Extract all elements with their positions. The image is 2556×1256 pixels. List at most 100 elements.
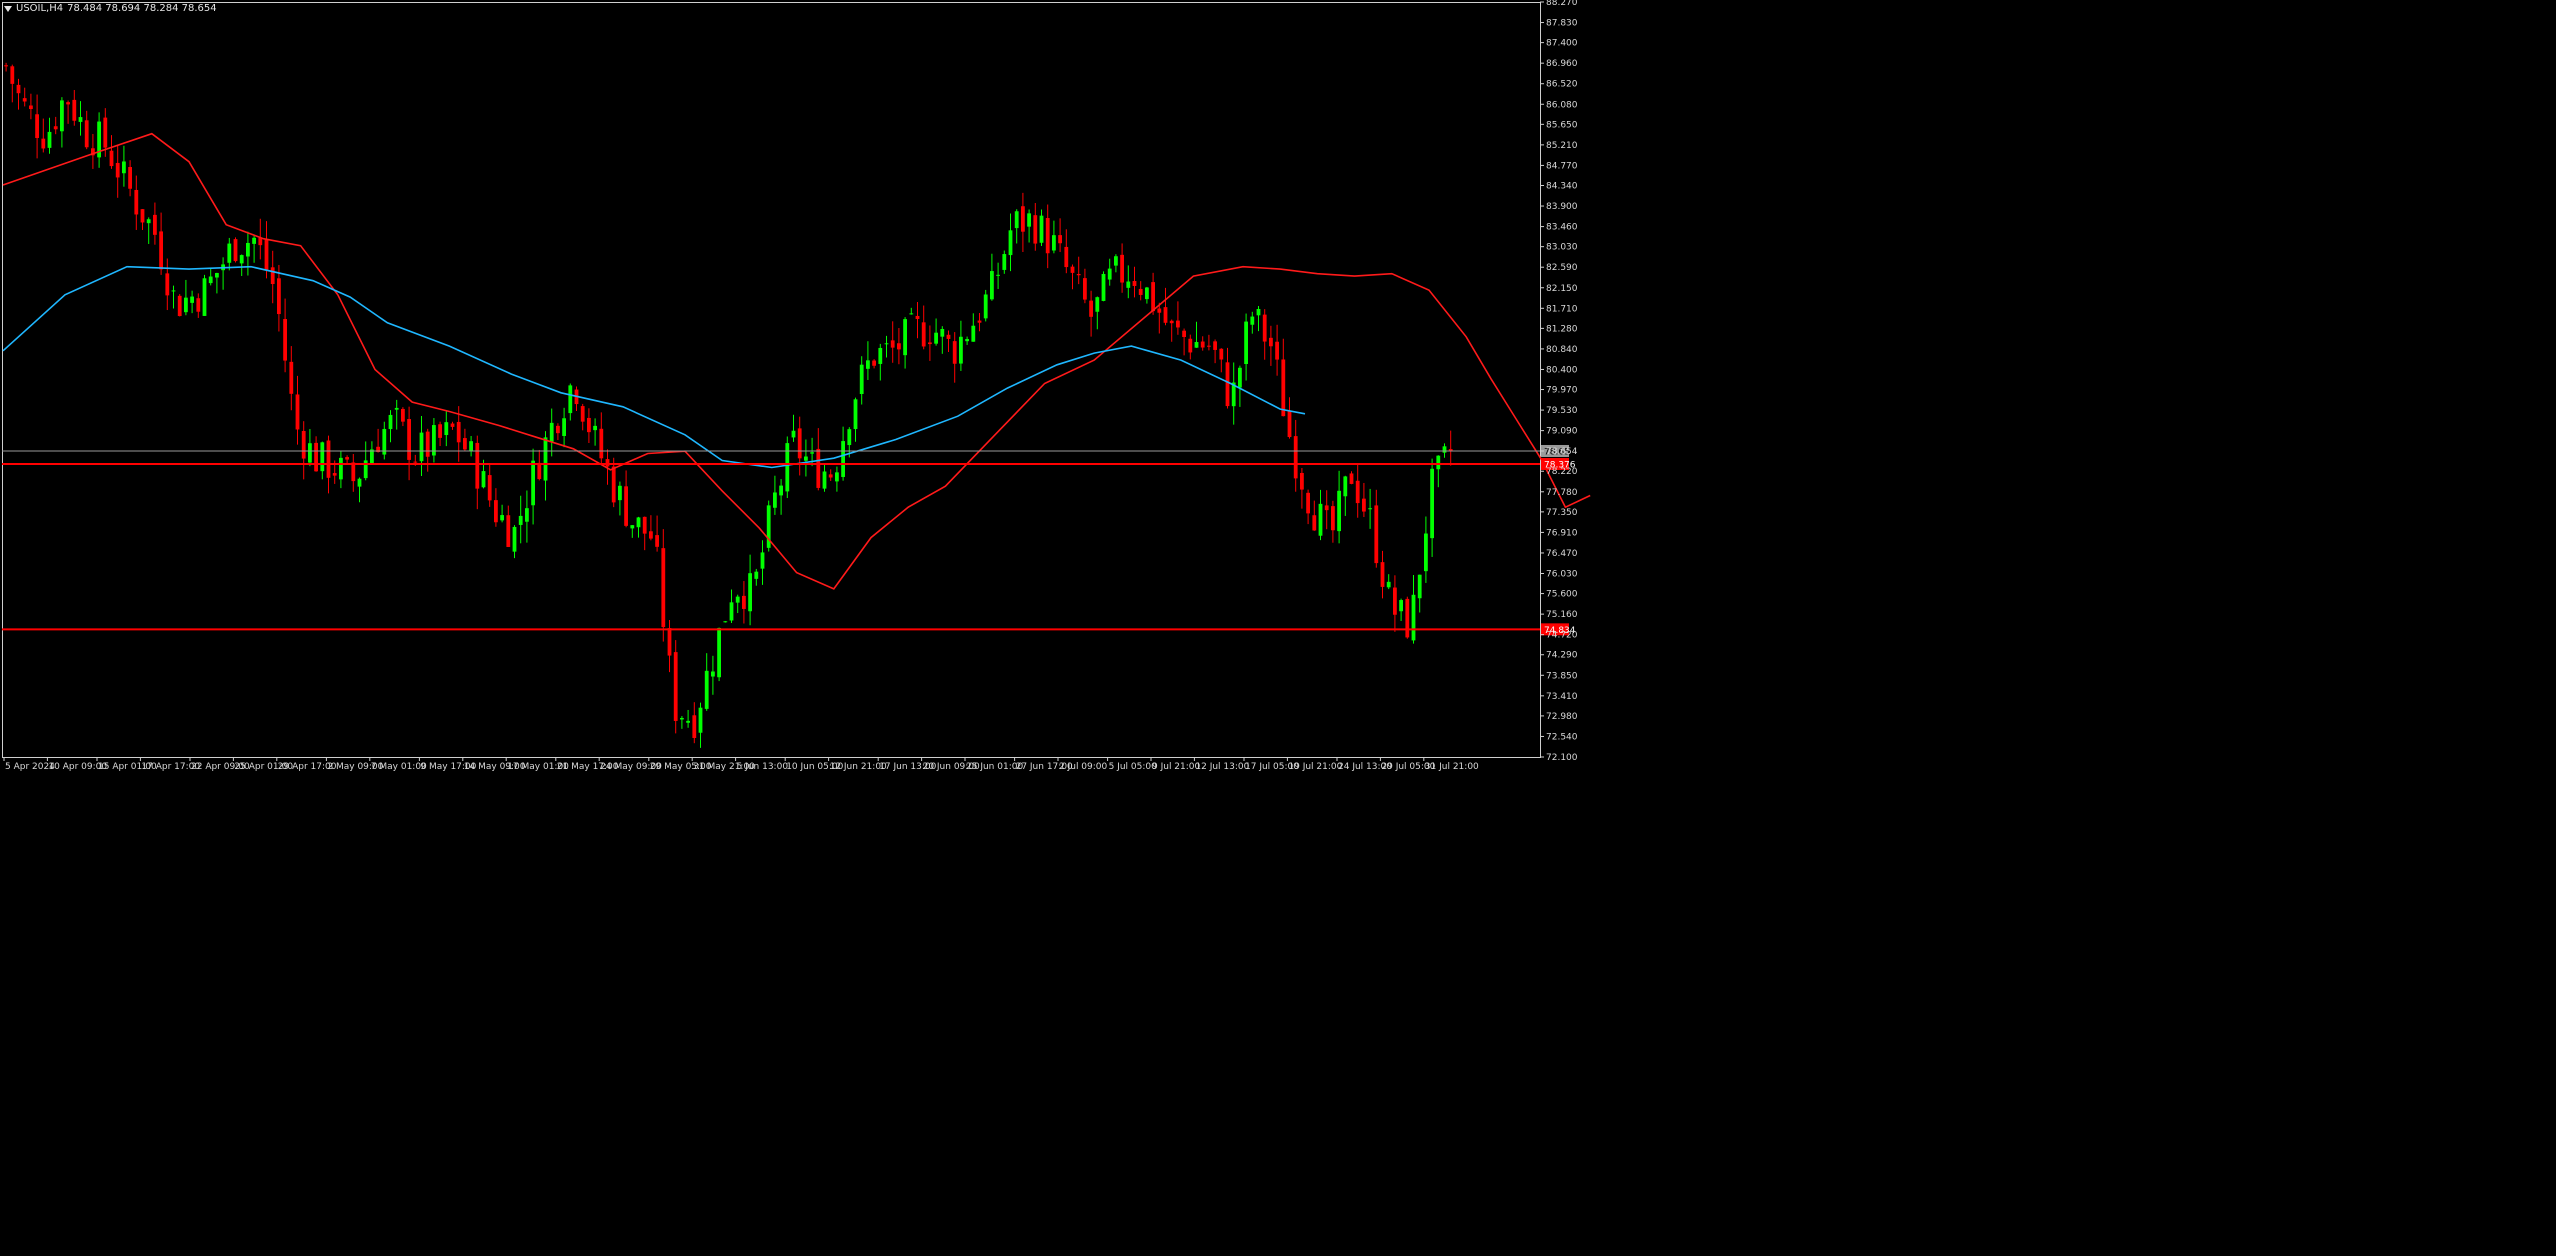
candle-body: [413, 461, 418, 463]
candle-body: [1312, 515, 1317, 531]
y-tick-label: 77.780: [1546, 488, 1578, 498]
candle-body: [847, 429, 852, 446]
candle-body: [773, 492, 777, 508]
candle-body: [698, 707, 703, 733]
y-tick-label: 79.530: [1546, 406, 1578, 416]
collapse-triangle-icon[interactable]: [4, 6, 12, 12]
candle-body: [549, 422, 554, 442]
candle-body: [289, 361, 294, 394]
candle-body: [587, 417, 591, 433]
candle-body: [35, 114, 39, 138]
candle-body: [258, 237, 263, 246]
candle-body: [804, 456, 808, 461]
candle-body: [580, 406, 585, 422]
candle-body: [239, 255, 244, 264]
candle-body: [655, 535, 659, 547]
candle-body: [760, 552, 765, 569]
candle-body: [1393, 587, 1397, 615]
y-tick-label: 81.280: [1546, 324, 1578, 334]
candle-body: [704, 670, 709, 709]
candle-body: [859, 364, 864, 395]
candle-body: [134, 189, 139, 215]
candle-body: [754, 571, 759, 579]
candle-body: [512, 526, 517, 552]
candle-body: [109, 150, 114, 167]
candle-body: [84, 120, 89, 148]
candle-body: [351, 462, 356, 482]
time-axis[interactable]: 5 Apr 202410 Apr 09:0015 Apr 01:0017 Apr…: [3, 757, 1479, 772]
candle-body: [326, 440, 331, 478]
candle-body: [1200, 341, 1205, 348]
candle-body: [1436, 455, 1441, 470]
candle-body: [1064, 246, 1069, 268]
candle-body: [103, 117, 108, 148]
candle-body: [1207, 345, 1211, 347]
candle-body: [1027, 213, 1031, 227]
candle-body: [1349, 473, 1354, 484]
y-tick-label: 72.540: [1546, 732, 1578, 742]
candle-body: [128, 167, 132, 189]
candle-body: [909, 313, 914, 315]
y-tick-label: 77.350: [1546, 508, 1578, 518]
candle-body: [1442, 446, 1447, 453]
candle-body: [1256, 308, 1261, 316]
candle-body: [29, 105, 33, 110]
candle-body: [1430, 468, 1434, 539]
candle-body: [890, 340, 895, 348]
candle-body: [673, 652, 678, 721]
candle-body: [711, 671, 715, 677]
candle-body: [283, 319, 287, 361]
symbol-label: USOIL,H4: [16, 3, 64, 14]
y-tick-label: 76.470: [1546, 549, 1578, 559]
candle-body: [959, 336, 963, 364]
candle-body: [1417, 574, 1422, 599]
candle-body: [1194, 342, 1199, 348]
candle-body: [1318, 503, 1323, 536]
candle-body: [388, 414, 393, 430]
candle-body: [500, 515, 504, 521]
candles-group: [4, 62, 1453, 748]
candle-body: [884, 343, 889, 345]
x-tick-label: 9 Jul 21:00: [1152, 762, 1201, 772]
y-tick-label: 75.600: [1546, 590, 1578, 600]
candle-body: [1337, 490, 1341, 532]
candle-body: [332, 473, 337, 476]
candle-body: [1324, 505, 1329, 511]
candle-body: [22, 98, 27, 102]
candle-body: [1021, 206, 1025, 232]
candle-body: [1250, 316, 1255, 325]
candle-body: [72, 99, 77, 121]
candle-body: [1126, 281, 1131, 288]
price-axis[interactable]: 88.270 87.830 87.400 86.960 86.520 86.080 85.6…: [1540, 0, 1578, 763]
candle-body: [10, 66, 15, 84]
candle-body: [1225, 362, 1230, 407]
candle-body: [1120, 254, 1124, 283]
y-tick-label: 82.150: [1546, 284, 1578, 294]
candle-body: [568, 385, 573, 414]
candle-body: [60, 100, 64, 132]
y-tick-label: 72.980: [1546, 712, 1578, 722]
candle-body: [357, 478, 362, 487]
x-tick-label: 5 Jul 05:00: [1109, 762, 1158, 772]
candle-body: [16, 84, 21, 94]
candle-body: [822, 471, 827, 489]
candle-body: [872, 360, 876, 366]
candle-body: [692, 715, 697, 738]
candle-body: [1281, 359, 1286, 417]
candle-body: [946, 334, 951, 339]
candle-body: [680, 717, 684, 720]
candle-body: [456, 421, 461, 443]
candle-body: [742, 595, 746, 609]
candle-body: [1169, 320, 1174, 324]
y-tick-label: 73.850: [1546, 671, 1578, 681]
y-tick-label: 84.340: [1546, 181, 1578, 191]
candle-body: [791, 430, 796, 438]
candle-body: [140, 209, 145, 223]
candle-body: [1424, 533, 1428, 572]
y-tick-label: 79.090: [1546, 427, 1578, 437]
candle-body: [401, 408, 405, 422]
candle-body: [537, 462, 542, 480]
price-chart[interactable]: 78.37674.83478.654 88.27087.83087.40086.…: [0, 0, 2556, 1256]
candle-body: [928, 342, 932, 345]
candle-body: [345, 457, 349, 460]
